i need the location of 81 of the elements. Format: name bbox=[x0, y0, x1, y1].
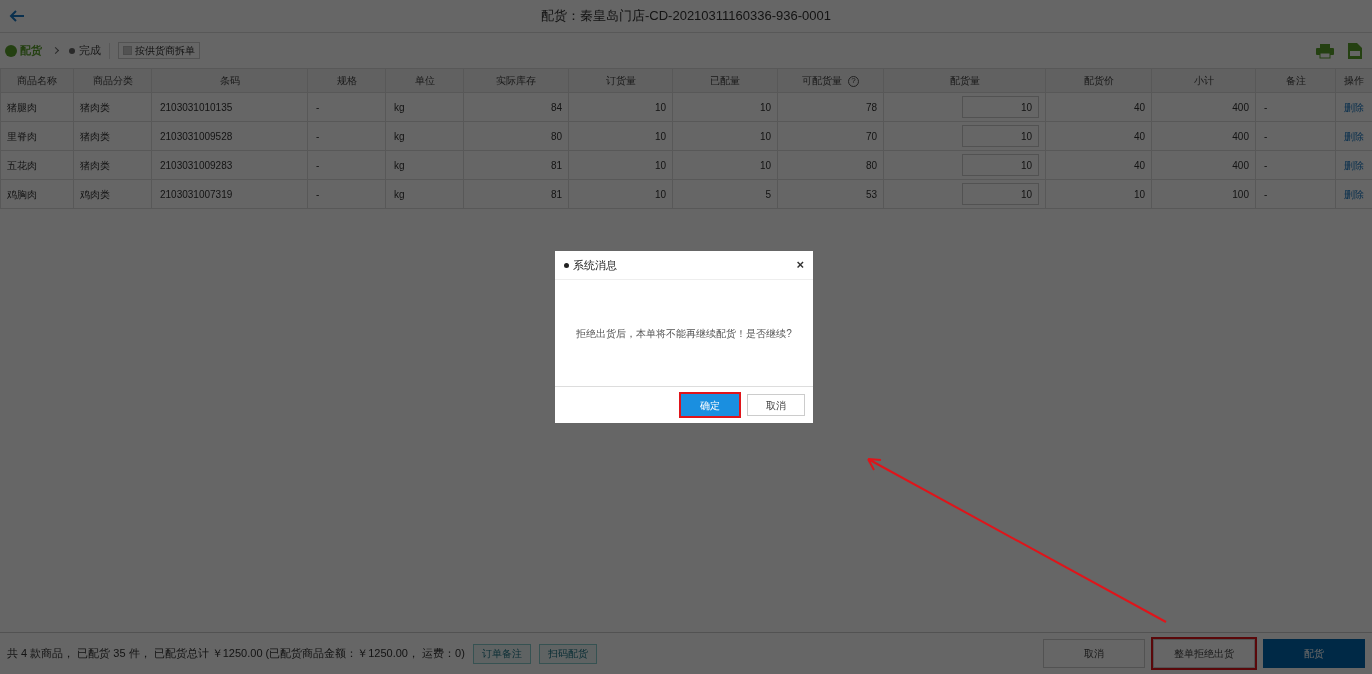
table-cell: - bbox=[307, 121, 386, 151]
column-header: 订货量 bbox=[568, 68, 673, 93]
table-cell: 400 bbox=[1151, 121, 1256, 151]
table-cell: 猪肉类 bbox=[73, 121, 152, 151]
tool-button[interactable]: 订单备注 bbox=[472, 643, 531, 664]
column-header: 规格 bbox=[307, 68, 386, 93]
step-label: 完成 bbox=[79, 43, 101, 59]
table-cell: 53 bbox=[777, 179, 884, 209]
table-cell: - bbox=[307, 150, 386, 180]
table-cell: 400 bbox=[1151, 150, 1256, 180]
column-header: 已配量 bbox=[672, 68, 778, 93]
table-cell: 五花肉 bbox=[0, 150, 74, 180]
column-header: 小计 bbox=[1151, 68, 1256, 93]
table-cell: 10 bbox=[568, 179, 673, 209]
column-header: 可配货量 ? bbox=[777, 68, 884, 93]
dialog-button[interactable]: 确定 bbox=[681, 394, 739, 416]
table-cell: 里脊肉 bbox=[0, 121, 74, 151]
dialog-button[interactable]: 取消 bbox=[747, 394, 805, 416]
table-cell: 10 bbox=[1045, 179, 1152, 209]
table-cell: 40 bbox=[1045, 150, 1152, 180]
table-cell: 400 bbox=[1151, 92, 1256, 122]
table-cell: - bbox=[1255, 179, 1336, 209]
spreadsheet-file-icon[interactable] bbox=[1348, 42, 1362, 59]
table-cell: - bbox=[1255, 92, 1336, 122]
table-cell: 2103031009528 bbox=[151, 121, 308, 151]
column-header: 配货价 bbox=[1045, 68, 1152, 93]
step-label: 配货 bbox=[20, 43, 42, 59]
split-by-supplier-checkbox[interactable]: 按供货商拆单 bbox=[118, 42, 200, 59]
footer-button[interactable]: 配货 bbox=[1263, 639, 1365, 668]
table-cell: - bbox=[1255, 121, 1336, 151]
table-cell: 84 bbox=[463, 92, 569, 122]
table-cell: 40 bbox=[1045, 92, 1152, 122]
table-cell: 70 bbox=[777, 121, 884, 151]
page-title: 配货：秦皇岛门店-CD-20210311160336-936-0001 bbox=[541, 7, 831, 26]
dialog-title: 系统消息 bbox=[573, 257, 617, 273]
table-cell: 10 bbox=[568, 92, 673, 122]
table-cell: 鸡肉类 bbox=[73, 179, 152, 209]
table-cell: kg bbox=[385, 121, 464, 151]
back-arrow-icon[interactable] bbox=[9, 8, 25, 24]
table-cell: 10 bbox=[568, 121, 673, 151]
table-cell: 猪肉类 bbox=[73, 92, 152, 122]
column-header: 操作 bbox=[1335, 68, 1372, 93]
table-cell: kg bbox=[385, 150, 464, 180]
table-cell: 10 bbox=[672, 121, 778, 151]
dialog-message: 拒绝出货后，本单将不能再继续配货！是否继续? bbox=[576, 326, 792, 341]
table-cell: 40 bbox=[1045, 121, 1152, 151]
footer-button[interactable]: 整单拒绝出货 bbox=[1153, 639, 1255, 668]
table-cell: 81 bbox=[463, 150, 569, 180]
column-header: 条码 bbox=[151, 68, 308, 93]
quantity-input[interactable]: 10 bbox=[962, 96, 1039, 118]
table-cell: 80 bbox=[463, 121, 569, 151]
printer-icon[interactable] bbox=[1316, 42, 1334, 59]
table-cell: 2103031007319 bbox=[151, 179, 308, 209]
quantity-input[interactable]: 10 bbox=[962, 154, 1039, 176]
close-button[interactable]: × bbox=[796, 255, 804, 275]
table-cell: kg bbox=[385, 179, 464, 209]
table-cell: 10 bbox=[672, 150, 778, 180]
table-cell: 10 bbox=[568, 150, 673, 180]
footer-button[interactable]: 取消 bbox=[1043, 639, 1145, 668]
table-cell: 鸡胸肉 bbox=[0, 179, 74, 209]
table-cell: 100 bbox=[1151, 179, 1256, 209]
column-header: 备注 bbox=[1255, 68, 1336, 93]
table-cell: kg bbox=[385, 92, 464, 122]
quantity-input[interactable]: 10 bbox=[962, 125, 1039, 147]
table-cell: - bbox=[1255, 150, 1336, 180]
table-cell: - bbox=[307, 92, 386, 122]
bullet-icon bbox=[564, 262, 569, 268]
table-cell: 2103031010135 bbox=[151, 92, 308, 122]
table-cell: 5 bbox=[672, 179, 778, 209]
table-cell: 81 bbox=[463, 179, 569, 209]
quantity-input[interactable]: 10 bbox=[962, 183, 1039, 205]
table-cell: - bbox=[307, 179, 386, 209]
tool-button[interactable]: 扫码配货 bbox=[538, 643, 597, 664]
table-cell: 猪肉类 bbox=[73, 150, 152, 180]
table-cell: 2103031009283 bbox=[151, 150, 308, 180]
order-summary: 共 4 款商品， 已配货 35 件， 已配货总计 ￥1250.00 (已配货商品金额：￥1250.00， 运费：0) bbox=[7, 646, 465, 662]
column-header: 配货量 bbox=[883, 68, 1046, 93]
table-cell: 80 bbox=[777, 150, 884, 180]
table-cell: 78 bbox=[777, 92, 884, 122]
table-cell: 猪腿肉 bbox=[0, 92, 74, 122]
table-cell: 10 bbox=[672, 92, 778, 122]
